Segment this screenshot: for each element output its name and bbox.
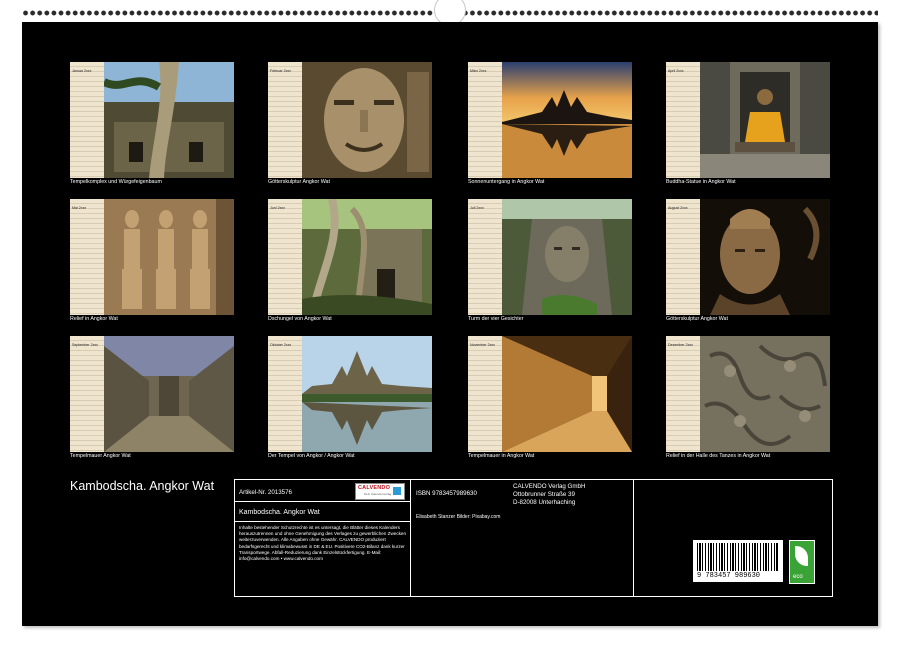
deity-sculpture-photo — [700, 199, 830, 315]
month-label: August 2xxx — [668, 206, 688, 210]
month-thumbnail-may: Mai 2xxx Relief in Angkor Wat — [70, 199, 234, 329]
logo-mark-icon — [393, 487, 401, 495]
spiral-binding — [22, 0, 878, 24]
temple-wall-corridor-photo — [104, 336, 234, 452]
barcode: 9 783457 989630 — [693, 540, 783, 582]
isbn: ISBN 9783457989630 — [416, 490, 477, 497]
photo-caption: Götterskulptur Angkor Wat — [268, 179, 330, 185]
month-page: März 2xxx — [468, 62, 632, 178]
photo-caption: Tempelkomplex und Würgefeigenbaum — [70, 179, 162, 185]
month-page: November 2xxx — [468, 336, 632, 452]
month-thumbnail-march: März 2xxx Sonnenuntergang in Angkor Wat — [468, 62, 632, 192]
temple-tree-photo — [104, 62, 234, 178]
month-thumbnail-july: Juli 2xxx Turm der vier Gesichter — [468, 199, 632, 329]
month-label: Mai 2xxx — [72, 206, 86, 210]
photo-caption: Turm der vier Gesichter — [468, 316, 523, 322]
jungle-ruins-photo — [302, 199, 432, 315]
divider — [633, 480, 634, 596]
month-thumbnail-february: Februar 2xxx Götterskulptur Angkor Wat — [268, 62, 432, 192]
dance-hall-relief-photo — [700, 336, 830, 452]
calendar-column: Januar 2xxx — [70, 62, 104, 178]
month-page: September 2xxx — [70, 336, 234, 452]
month-thumbnail-november: November 2xxx Tempelmauer in Angkor Wat — [468, 336, 632, 466]
month-label: Juli 2xxx — [470, 206, 484, 210]
leaf-icon — [795, 546, 808, 566]
divider — [410, 480, 411, 596]
calendar-column: Oktober 2xxx — [268, 336, 302, 452]
publisher-city: D-82008 Unterhaching — [513, 499, 575, 506]
calendar-column: Mai 2xxx — [70, 199, 104, 315]
month-thumbnail-december: Dezember 2xxx Relief in der Halle des Ta… — [666, 336, 830, 466]
month-page: Juni 2xxx — [268, 199, 432, 315]
photo-caption: Sonnenuntergang in Angkor Wat — [468, 179, 544, 185]
calendar-column: März 2xxx — [468, 62, 502, 178]
image-credits: Elisabeth Stanzer Bilder: Pixabay.com — [416, 514, 500, 520]
calvendo-logo: CALVENDO Dein Kalenderverlag — [355, 483, 405, 500]
calendar-column: Juni 2xxx — [268, 199, 302, 315]
month-page: Mai 2xxx — [70, 199, 234, 315]
calendar-column: Februar 2xxx — [268, 62, 302, 178]
month-label: Dezember 2xxx — [668, 343, 693, 347]
photo-caption: Relief in Angkor Wat — [70, 316, 118, 322]
month-page: Juli 2xxx — [468, 199, 632, 315]
month-thumbnail-september: September 2xxx Tempelmauer Angkor Wat — [70, 336, 234, 466]
month-thumbnail-august: August 2xxx Götterskulptur Angkor Wat — [666, 199, 830, 329]
month-thumbnail-october: Oktober 2xxx Der Tempel von Angkor / Ang… — [268, 336, 432, 466]
month-page: Februar 2xxx — [268, 62, 432, 178]
photo-caption: Götterskulptur Angkor Wat — [666, 316, 728, 322]
photo-caption: Tempelmauer Angkor Wat — [70, 453, 131, 459]
month-page: Januar 2xxx — [70, 62, 234, 178]
product-info-box: Artikel-Nr. 2013576 CALVENDO Dein Kalend… — [234, 479, 833, 597]
month-label: März 2xxx — [470, 69, 486, 73]
calendar-column: September 2xxx — [70, 336, 104, 452]
calendar-column: August 2xxx — [666, 199, 700, 315]
calendar-title: Kambodscha. Angkor Wat — [70, 480, 230, 493]
calendar-back-cover: Januar 2xxx Tempelkomplex und Würgefeige… — [22, 22, 878, 626]
month-page: Oktober 2xxx — [268, 336, 432, 452]
calendar-column: April 2xxx — [666, 62, 700, 178]
month-label: Juni 2xxx — [270, 206, 285, 210]
golden-gallery-photo — [502, 336, 632, 452]
legal-notice: Inhalte bestehender Schutzrechte ist es … — [239, 525, 407, 562]
publisher-name: CALVENDO Verlag GmbH — [513, 483, 585, 490]
month-page: Dezember 2xxx — [666, 336, 830, 452]
photo-caption: Buddha-Statue in Angkor Wat — [666, 179, 736, 185]
barcode-number: 9 783457 989630 — [697, 572, 760, 580]
photo-caption: Der Tempel von Angkor / Angkor Wat — [268, 453, 355, 459]
month-page: August 2xxx — [666, 199, 830, 315]
article-number: Artikel-Nr. 2013576 — [239, 489, 292, 496]
month-thumbnail-january: Januar 2xxx Tempelkomplex und Würgefeige… — [70, 62, 234, 192]
photo-caption: Dschungel von Angkor Wat — [268, 316, 332, 322]
month-label: Januar 2xxx — [72, 69, 91, 73]
sunset-photo — [502, 62, 632, 178]
month-label: September 2xxx — [72, 343, 98, 347]
month-thumbnail-april: April 2xxx Buddha-Statue in Angkor Wat — [666, 62, 830, 192]
photo-caption: Tempelmauer in Angkor Wat — [468, 453, 534, 459]
logo-subtitle: Dein Kalenderverlag — [364, 492, 391, 496]
month-label: November 2xxx — [470, 343, 495, 347]
eco-badge: eco — [789, 540, 815, 584]
month-label: April 2xxx — [668, 69, 684, 73]
publisher-street: Ottobrunner Straße 39 — [513, 491, 575, 498]
calendar-column: Juli 2xxx — [468, 199, 502, 315]
calendar-column: November 2xxx — [468, 336, 502, 452]
angkor-wat-reflection-photo — [302, 336, 432, 452]
stone-face-photo — [302, 62, 432, 178]
month-label: Februar 2xxx — [270, 69, 291, 73]
logo-name: CALVENDO — [358, 485, 390, 491]
buddha-statue-photo — [700, 62, 830, 178]
calendar-column: Dezember 2xxx — [666, 336, 700, 452]
four-faces-tower-photo — [502, 199, 632, 315]
apsara-relief-photo — [104, 199, 234, 315]
month-page: April 2xxx — [666, 62, 830, 178]
month-thumbnail-june: Juni 2xxx Dschungel von Angkor Wat — [268, 199, 432, 329]
photo-caption: Relief in der Halle des Tanzes in Angkor… — [666, 453, 770, 459]
divider — [235, 501, 410, 502]
product-title: Kambodscha. Angkor Wat — [239, 509, 320, 516]
divider — [235, 521, 410, 522]
barcode-bars — [697, 543, 779, 571]
month-label: Oktober 2xxx — [270, 343, 291, 347]
eco-label: eco — [793, 574, 803, 580]
